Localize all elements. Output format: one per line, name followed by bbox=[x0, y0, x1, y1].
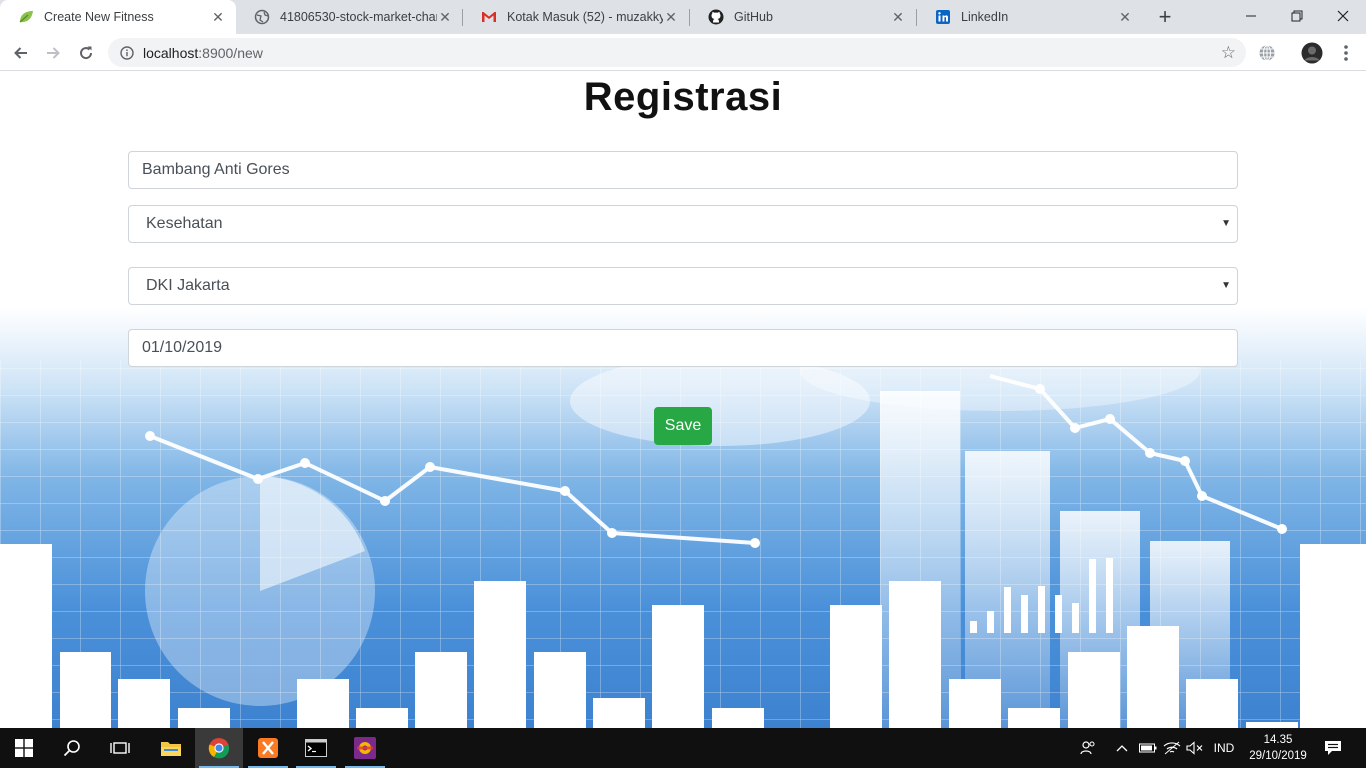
battery-button[interactable] bbox=[1137, 728, 1159, 768]
browser-toolbar: localhost:8900/new ☆ bbox=[0, 34, 1366, 71]
people-icon bbox=[1080, 741, 1095, 755]
gmail-icon bbox=[481, 9, 497, 25]
clock-date: 29/10/2019 bbox=[1249, 750, 1307, 762]
close-icon bbox=[1337, 10, 1349, 22]
category-select-value: Kesehatan bbox=[146, 215, 223, 232]
network-button[interactable] bbox=[1161, 728, 1183, 768]
name-input-value: Bambang Anti Gores bbox=[142, 161, 290, 178]
tab-label: Kotak Masuk (52) - muzakky1s bbox=[507, 10, 663, 24]
date-input-value: 01/10/2019 bbox=[142, 339, 223, 356]
save-button[interactable]: Save bbox=[654, 407, 712, 445]
page-content: Registrasi Bambang Anti Gores Kesehatan … bbox=[0, 71, 1366, 728]
close-tab-icon[interactable]: ✕ bbox=[890, 9, 906, 25]
tab-label: GitHub bbox=[734, 10, 773, 24]
chevron-up-icon bbox=[1116, 745, 1128, 752]
back-button[interactable] bbox=[8, 40, 34, 66]
tab-label: Create New Fitness bbox=[44, 10, 154, 24]
close-window-button[interactable] bbox=[1320, 0, 1366, 32]
info-icon[interactable] bbox=[119, 45, 135, 61]
province-select-value: DKI Jakarta bbox=[146, 277, 230, 294]
close-tab-icon[interactable]: ✕ bbox=[663, 9, 679, 25]
file-explorer-button[interactable] bbox=[147, 728, 195, 768]
profile-avatar[interactable] bbox=[1299, 40, 1325, 66]
notification-icon bbox=[1325, 741, 1341, 755]
search-button[interactable] bbox=[48, 728, 96, 768]
show-hidden-icons-button[interactable] bbox=[1112, 728, 1132, 768]
tab-linkedin[interactable]: LinkedIn ✕ bbox=[917, 0, 1143, 34]
dropdown-caret-icon: ▼ bbox=[1221, 218, 1231, 229]
folder-icon bbox=[161, 742, 181, 756]
task-view-button[interactable] bbox=[96, 728, 144, 768]
kebab-menu-icon bbox=[1344, 45, 1348, 61]
category-select[interactable]: Kesehatan ▼ bbox=[128, 205, 1238, 243]
input-language-button[interactable]: IND bbox=[1208, 728, 1240, 768]
browser-tab-strip: Create New Fitness ✕ 41806530-stock-mark… bbox=[0, 0, 1366, 34]
app-taskbar-button[interactable] bbox=[341, 728, 389, 768]
arrow-right-icon bbox=[47, 47, 60, 59]
github-icon bbox=[708, 9, 724, 25]
close-tab-icon[interactable]: ✕ bbox=[210, 9, 226, 25]
avatar-icon bbox=[1301, 42, 1323, 64]
chrome-icon bbox=[208, 738, 230, 759]
tab-stock-market-chart[interactable]: 41806530-stock-market-chart- ✕ bbox=[236, 0, 463, 34]
url-path: :8900/new bbox=[198, 44, 263, 61]
people-button[interactable] bbox=[1076, 728, 1100, 768]
restore-button[interactable] bbox=[1274, 0, 1320, 32]
minimize-button[interactable] bbox=[1228, 0, 1274, 32]
reload-button[interactable] bbox=[73, 40, 99, 66]
clock-time: 14.35 bbox=[1263, 734, 1293, 746]
leaf-icon bbox=[18, 9, 34, 25]
globe-icon bbox=[254, 9, 270, 25]
taskbar-clock[interactable]: 14.35 29/10/2019 bbox=[1242, 732, 1314, 764]
globe-grid-icon bbox=[1259, 45, 1275, 61]
chrome-menu-button[interactable] bbox=[1333, 40, 1359, 66]
app-gear-icon bbox=[354, 737, 376, 759]
translate-extension-button[interactable] bbox=[1254, 40, 1280, 66]
windows-logo-icon bbox=[15, 739, 33, 757]
search-icon bbox=[63, 740, 80, 757]
tab-label: LinkedIn bbox=[961, 10, 1009, 24]
bookmark-star-icon[interactable]: ☆ bbox=[1221, 43, 1236, 63]
page-title: Registrasi bbox=[583, 75, 783, 119]
terminal-taskbar-button[interactable] bbox=[292, 728, 340, 768]
volume-muted-icon bbox=[1186, 741, 1203, 755]
linkedin-icon bbox=[935, 9, 951, 25]
task-view-icon bbox=[110, 742, 130, 754]
volume-button[interactable] bbox=[1184, 728, 1206, 768]
province-select[interactable]: DKI Jakarta ▼ bbox=[128, 267, 1238, 305]
xampp-taskbar-button[interactable] bbox=[244, 728, 292, 768]
tab-label: 41806530-stock-market-chart- bbox=[280, 10, 437, 24]
new-tab-button[interactable]: + bbox=[1153, 4, 1177, 29]
address-bar[interactable]: localhost:8900/new ☆ bbox=[108, 38, 1246, 67]
tab-gmail[interactable]: Kotak Masuk (52) - muzakky1s ✕ bbox=[463, 0, 689, 34]
dropdown-caret-icon: ▼ bbox=[1221, 280, 1231, 291]
name-input[interactable]: Bambang Anti Gores bbox=[128, 151, 1238, 189]
date-input[interactable]: 01/10/2019 bbox=[128, 329, 1238, 367]
battery-icon bbox=[1139, 743, 1157, 753]
terminal-icon bbox=[305, 739, 327, 757]
tab-github[interactable]: GitHub ✕ bbox=[690, 0, 916, 34]
close-tab-icon[interactable]: ✕ bbox=[1117, 9, 1133, 25]
xampp-icon bbox=[258, 738, 278, 758]
tab-create-new-fitness[interactable]: Create New Fitness ✕ bbox=[0, 0, 236, 34]
forward-button[interactable] bbox=[40, 40, 66, 66]
minimize-icon bbox=[1246, 15, 1256, 17]
url-host: localhost bbox=[143, 44, 199, 61]
start-button[interactable] bbox=[0, 728, 48, 768]
wifi-icon bbox=[1163, 741, 1181, 755]
close-tab-icon[interactable]: ✕ bbox=[437, 9, 453, 25]
reload-icon bbox=[80, 46, 93, 60]
arrow-left-icon bbox=[14, 47, 27, 59]
action-center-button[interactable] bbox=[1318, 728, 1348, 768]
restore-icon bbox=[1291, 10, 1303, 22]
windows-taskbar: IND 14.35 29/10/2019 bbox=[0, 728, 1366, 768]
chrome-taskbar-button[interactable] bbox=[195, 728, 243, 768]
